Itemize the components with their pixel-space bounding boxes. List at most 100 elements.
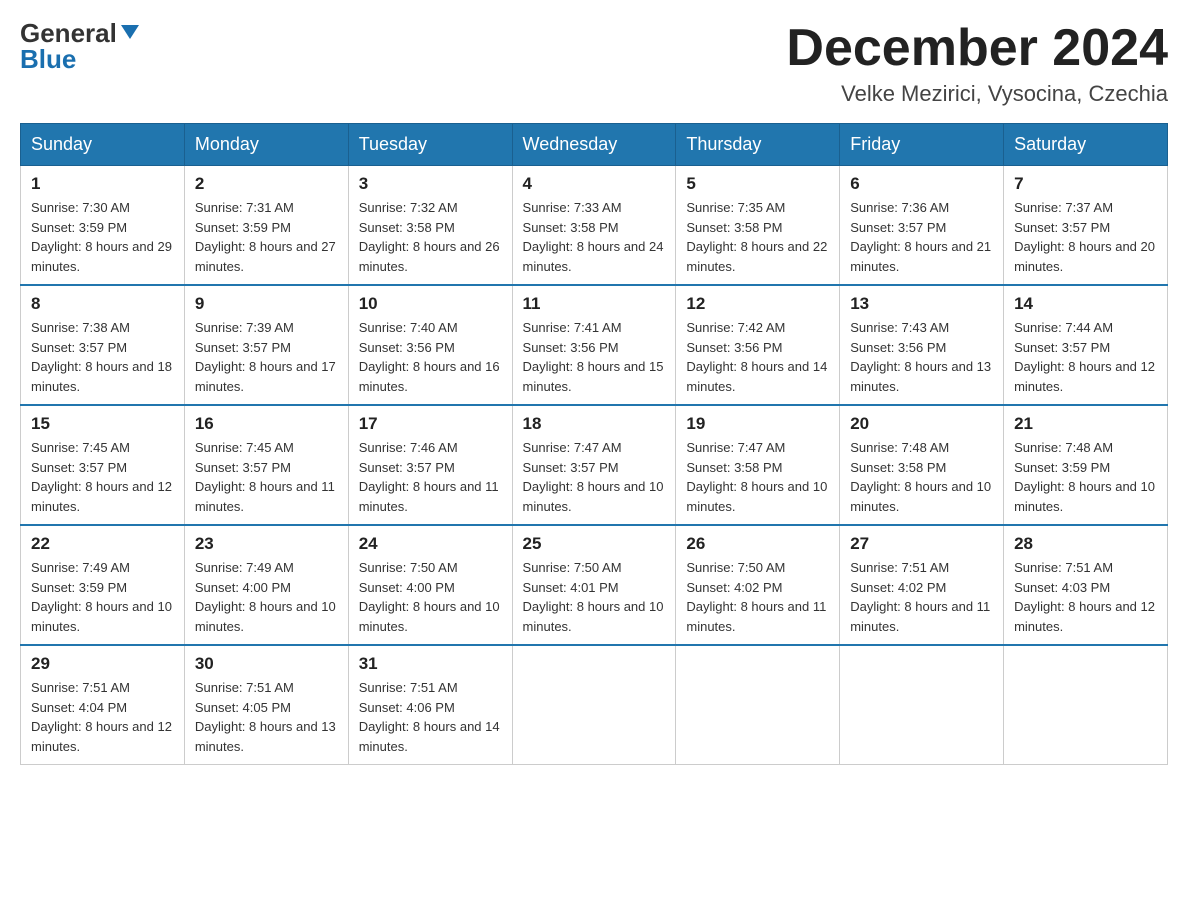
day-info: Sunrise: 7:47 AMSunset: 3:58 PMDaylight:… [686, 438, 829, 516]
day-info: Sunrise: 7:37 AMSunset: 3:57 PMDaylight:… [1014, 198, 1157, 276]
day-info: Sunrise: 7:50 AMSunset: 4:00 PMDaylight:… [359, 558, 502, 636]
calendar-day-cell: 8 Sunrise: 7:38 AMSunset: 3:57 PMDaylight… [21, 285, 185, 405]
calendar-weekday-header: Tuesday [348, 124, 512, 166]
day-number: 4 [523, 174, 666, 194]
calendar-day-cell: 9 Sunrise: 7:39 AMSunset: 3:57 PMDaylight… [184, 285, 348, 405]
day-number: 8 [31, 294, 174, 314]
calendar-day-cell: 5 Sunrise: 7:35 AMSunset: 3:58 PMDaylight… [676, 166, 840, 286]
calendar-day-cell [1004, 645, 1168, 765]
location-subtitle: Velke Mezirici, Vysocina, Czechia [786, 81, 1168, 107]
calendar-table: SundayMondayTuesdayWednesdayThursdayFrid… [20, 123, 1168, 765]
calendar-day-cell [676, 645, 840, 765]
day-number: 9 [195, 294, 338, 314]
calendar-day-cell: 3Sunrise: 7:32 AMSunset: 3:58 PMDaylight… [348, 166, 512, 286]
calendar-day-cell: 25 Sunrise: 7:50 AMSunset: 4:01 PMDayligh… [512, 525, 676, 645]
calendar-day-cell: 10 Sunrise: 7:40 AMSunset: 3:56 PMDayligh… [348, 285, 512, 405]
calendar-day-cell: 26 Sunrise: 7:50 AMSunset: 4:02 PMDayligh… [676, 525, 840, 645]
calendar-day-cell: 2 Sunrise: 7:31 AMSunset: 3:59 PMDaylight… [184, 166, 348, 286]
calendar-day-cell: 7 Sunrise: 7:37 AMSunset: 3:57 PMDaylight… [1004, 166, 1168, 286]
day-info: Sunrise: 7:50 AMSunset: 4:01 PMDaylight:… [523, 558, 666, 636]
calendar-day-cell: 24 Sunrise: 7:50 AMSunset: 4:00 PMDayligh… [348, 525, 512, 645]
day-info: Sunrise: 7:46 AMSunset: 3:57 PMDaylight:… [359, 438, 502, 516]
day-info: Sunrise: 7:33 AMSunset: 3:58 PMDaylight:… [523, 198, 666, 276]
day-info: Sunrise: 7:51 AMSunset: 4:04 PMDaylight:… [31, 678, 174, 756]
day-number: 5 [686, 174, 829, 194]
day-number: 26 [686, 534, 829, 554]
day-number: 25 [523, 534, 666, 554]
day-number: 31 [359, 654, 502, 674]
day-number: 19 [686, 414, 829, 434]
logo-arrow-icon [119, 21, 141, 43]
calendar-day-cell: 29 Sunrise: 7:51 AMSunset: 4:04 PMDayligh… [21, 645, 185, 765]
calendar-day-cell: 20 Sunrise: 7:48 AMSunset: 3:58 PMDayligh… [840, 405, 1004, 525]
day-info: Sunrise: 7:48 AMSunset: 3:59 PMDaylight:… [1014, 438, 1157, 516]
day-info: Sunrise: 7:38 AMSunset: 3:57 PMDaylight:… [31, 318, 174, 396]
day-number: 28 [1014, 534, 1157, 554]
day-info: Sunrise: 7:41 AMSunset: 3:56 PMDaylight:… [523, 318, 666, 396]
day-number: 11 [523, 294, 666, 314]
day-number: 21 [1014, 414, 1157, 434]
day-info: Sunrise: 7:48 AMSunset: 3:58 PMDaylight:… [850, 438, 993, 516]
day-number: 7 [1014, 174, 1157, 194]
logo: General Blue [20, 20, 141, 75]
calendar-weekday-header: Wednesday [512, 124, 676, 166]
day-info: Sunrise: 7:32 AMSunset: 3:58 PMDaylight:… [359, 198, 502, 276]
calendar-day-cell: 22 Sunrise: 7:49 AMSunset: 3:59 PMDayligh… [21, 525, 185, 645]
day-info: Sunrise: 7:47 AMSunset: 3:57 PMDaylight:… [523, 438, 666, 516]
day-info: Sunrise: 7:30 AMSunset: 3:59 PMDaylight:… [31, 198, 174, 276]
day-info: Sunrise: 7:50 AMSunset: 4:02 PMDaylight:… [686, 558, 829, 636]
day-number: 27 [850, 534, 993, 554]
calendar-week-row: 8 Sunrise: 7:38 AMSunset: 3:57 PMDaylight… [21, 285, 1168, 405]
calendar-header-row: SundayMondayTuesdayWednesdayThursdayFrid… [21, 124, 1168, 166]
logo-blue: Blue [20, 44, 76, 75]
day-info: Sunrise: 7:51 AMSunset: 4:03 PMDaylight:… [1014, 558, 1157, 636]
page-header: General Blue December 2024 Velke Meziric… [20, 20, 1168, 107]
day-info: Sunrise: 7:51 AMSunset: 4:02 PMDaylight:… [850, 558, 993, 636]
day-number: 6 [850, 174, 993, 194]
day-info: Sunrise: 7:43 AMSunset: 3:56 PMDaylight:… [850, 318, 993, 396]
calendar-weekday-header: Monday [184, 124, 348, 166]
calendar-weekday-header: Sunday [21, 124, 185, 166]
day-number: 24 [359, 534, 502, 554]
day-info: Sunrise: 7:39 AMSunset: 3:57 PMDaylight:… [195, 318, 338, 396]
day-number: 23 [195, 534, 338, 554]
day-info: Sunrise: 7:40 AMSunset: 3:56 PMDaylight:… [359, 318, 502, 396]
day-info: Sunrise: 7:45 AMSunset: 3:57 PMDaylight:… [195, 438, 338, 516]
day-info: Sunrise: 7:42 AMSunset: 3:56 PMDaylight:… [686, 318, 829, 396]
title-block: December 2024 Velke Mezirici, Vysocina, … [786, 20, 1168, 107]
day-number: 12 [686, 294, 829, 314]
calendar-weekday-header: Thursday [676, 124, 840, 166]
calendar-weekday-header: Saturday [1004, 124, 1168, 166]
calendar-day-cell: 19 Sunrise: 7:47 AMSunset: 3:58 PMDayligh… [676, 405, 840, 525]
calendar-day-cell: 4 Sunrise: 7:33 AMSunset: 3:58 PMDaylight… [512, 166, 676, 286]
calendar-day-cell: 23Sunrise: 7:49 AMSunset: 4:00 PMDayligh… [184, 525, 348, 645]
calendar-day-cell: 28 Sunrise: 7:51 AMSunset: 4:03 PMDayligh… [1004, 525, 1168, 645]
day-info: Sunrise: 7:31 AMSunset: 3:59 PMDaylight:… [195, 198, 338, 276]
day-number: 20 [850, 414, 993, 434]
calendar-day-cell: 14Sunrise: 7:44 AMSunset: 3:57 PMDayligh… [1004, 285, 1168, 405]
calendar-day-cell: 18 Sunrise: 7:47 AMSunset: 3:57 PMDayligh… [512, 405, 676, 525]
calendar-day-cell: 13Sunrise: 7:43 AMSunset: 3:56 PMDayligh… [840, 285, 1004, 405]
calendar-day-cell: 6 Sunrise: 7:36 AMSunset: 3:57 PMDaylight… [840, 166, 1004, 286]
day-info: Sunrise: 7:49 AMSunset: 3:59 PMDaylight:… [31, 558, 174, 636]
calendar-day-cell: 16Sunrise: 7:45 AMSunset: 3:57 PMDayligh… [184, 405, 348, 525]
day-info: Sunrise: 7:36 AMSunset: 3:57 PMDaylight:… [850, 198, 993, 276]
calendar-day-cell: 21 Sunrise: 7:48 AMSunset: 3:59 PMDayligh… [1004, 405, 1168, 525]
day-number: 18 [523, 414, 666, 434]
calendar-day-cell: 27 Sunrise: 7:51 AMSunset: 4:02 PMDayligh… [840, 525, 1004, 645]
calendar-weekday-header: Friday [840, 124, 1004, 166]
calendar-day-cell [840, 645, 1004, 765]
calendar-day-cell: 31Sunrise: 7:51 AMSunset: 4:06 PMDayligh… [348, 645, 512, 765]
calendar-day-cell: 15Sunrise: 7:45 AMSunset: 3:57 PMDayligh… [21, 405, 185, 525]
day-number: 22 [31, 534, 174, 554]
month-year-title: December 2024 [786, 20, 1168, 77]
day-number: 10 [359, 294, 502, 314]
day-number: 2 [195, 174, 338, 194]
calendar-day-cell: 11 Sunrise: 7:41 AMSunset: 3:56 PMDayligh… [512, 285, 676, 405]
calendar-week-row: 15Sunrise: 7:45 AMSunset: 3:57 PMDayligh… [21, 405, 1168, 525]
calendar-day-cell: 1Sunrise: 7:30 AMSunset: 3:59 PMDaylight… [21, 166, 185, 286]
calendar-week-row: 22 Sunrise: 7:49 AMSunset: 3:59 PMDayligh… [21, 525, 1168, 645]
calendar-week-row: 1Sunrise: 7:30 AMSunset: 3:59 PMDaylight… [21, 166, 1168, 286]
day-info: Sunrise: 7:35 AMSunset: 3:58 PMDaylight:… [686, 198, 829, 276]
day-number: 29 [31, 654, 174, 674]
